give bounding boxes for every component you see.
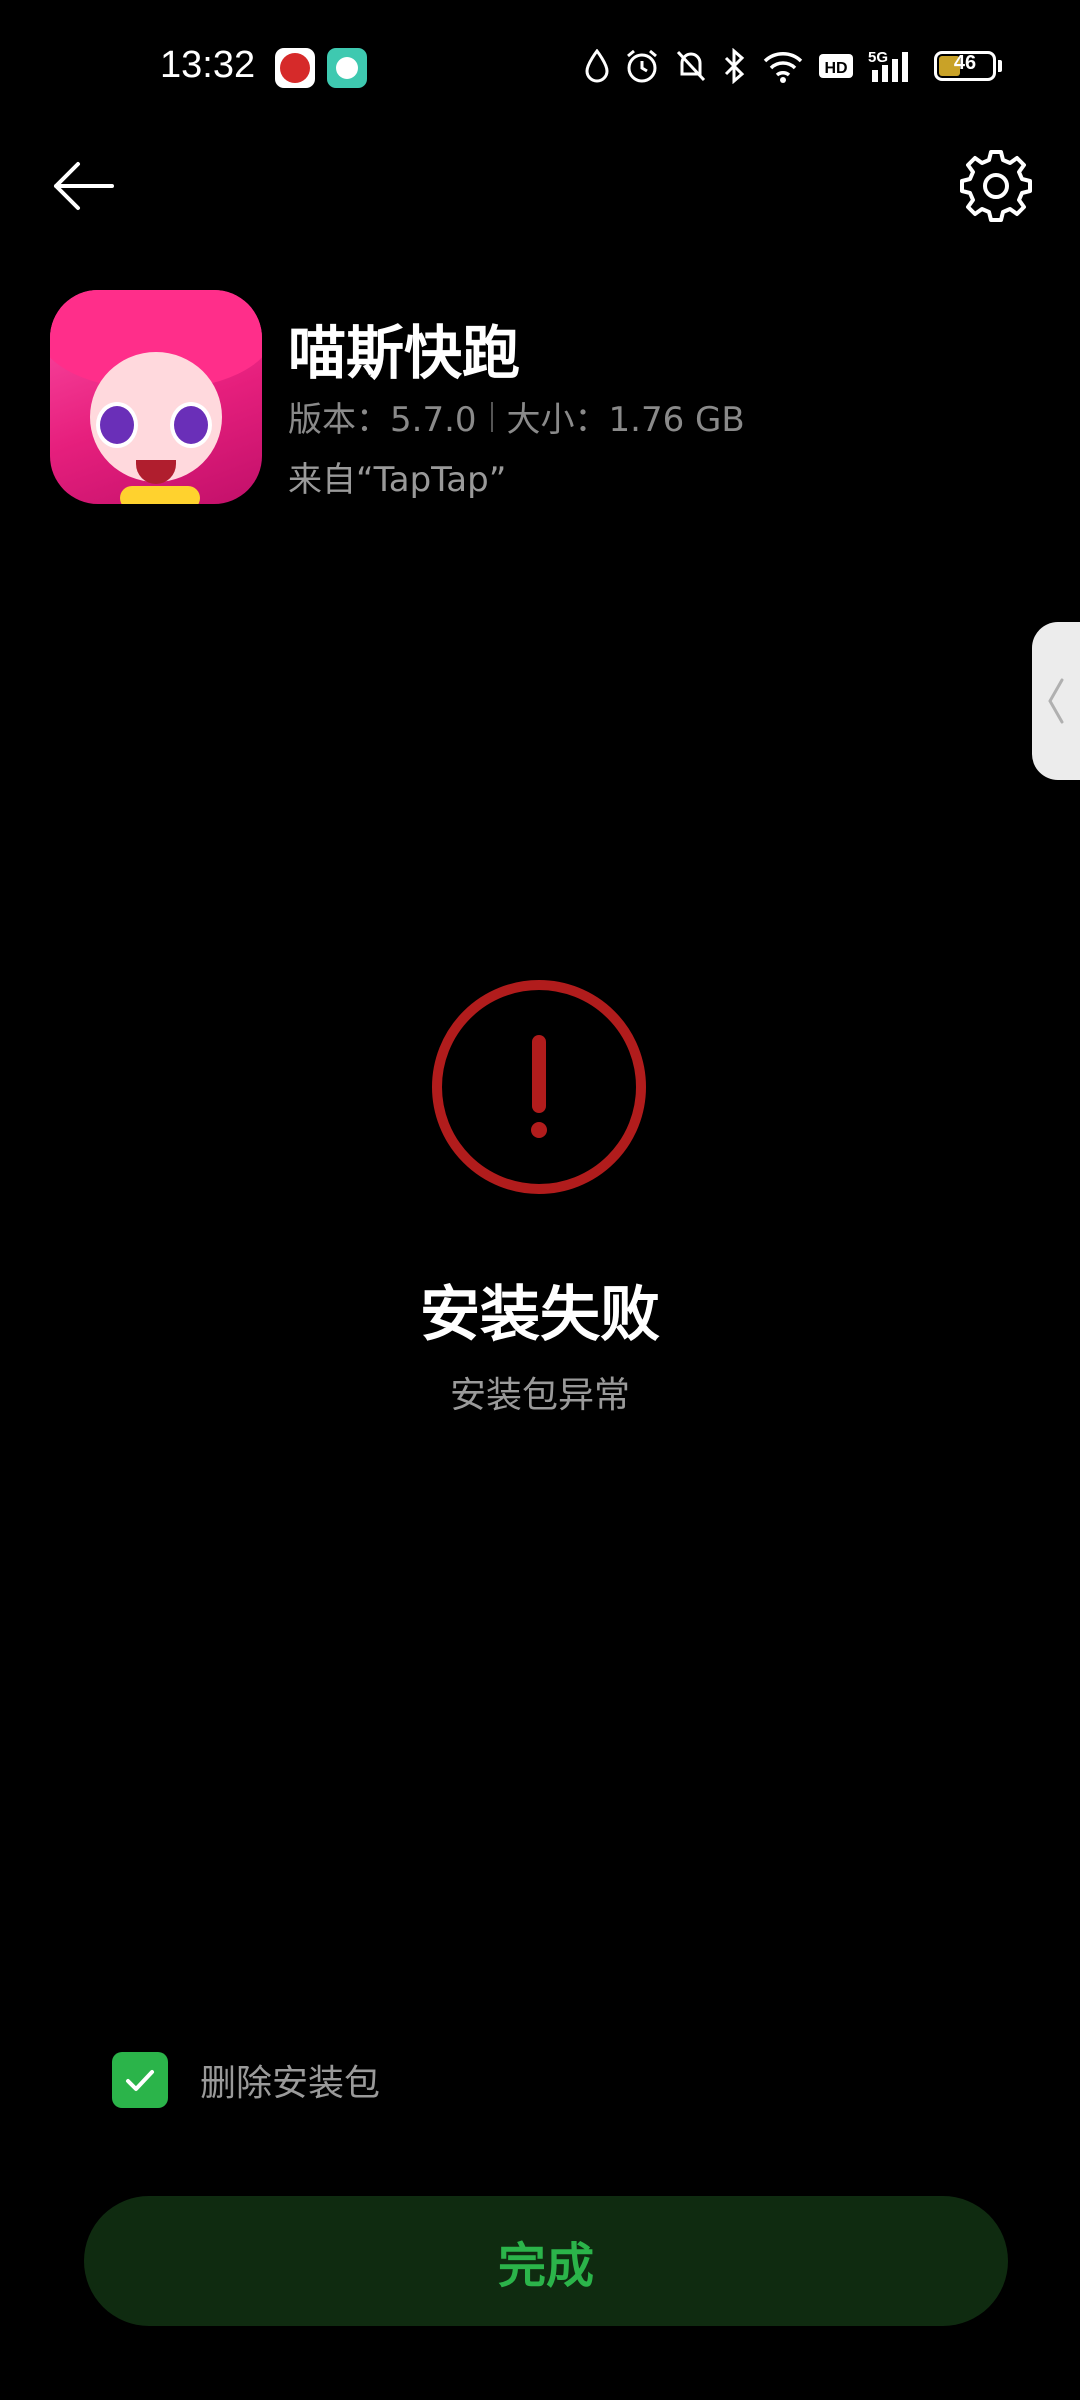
status-subtitle: 安装包异常 [449, 1375, 630, 1416]
gear-icon [960, 150, 1032, 222]
mute-bell-icon [676, 50, 706, 82]
app-notification-icon [275, 48, 315, 88]
battery-tip [998, 60, 1002, 72]
status-time: 13:32 [160, 44, 256, 86]
install-result-screen: 13:32 HD 5G 46 喵斯快跑 版本：5.7.0 大小：1.76 GB … [0, 0, 1080, 2400]
done-button[interactable]: 完成 [84, 2196, 1008, 2326]
app-name: 喵斯快跑 [288, 319, 521, 387]
app-size: 大小：1.76 GB [506, 400, 745, 440]
app-source: 来自“TapTap” [288, 460, 507, 500]
chat-notification-icon [327, 48, 367, 88]
app-icon [50, 290, 262, 504]
meta-divider [490, 401, 493, 432]
svg-text:HD: HD [824, 60, 847, 77]
checkmark-icon [126, 2070, 154, 2091]
hd-icon: HD [819, 54, 853, 78]
wifi-icon [763, 52, 803, 83]
svg-text:5G: 5G [868, 49, 888, 66]
cellular-5g-icon: 5G [868, 49, 908, 82]
bluetooth-icon [724, 48, 745, 84]
delete-package-row[interactable]: 删除安装包 [112, 2052, 380, 2108]
error-exclamation-icon [432, 980, 646, 1194]
status-title: 安装失败 [420, 1280, 660, 1350]
status-bar: 13:32 HD 5G 46 [0, 0, 1080, 140]
system-icons: HD 5G 46 [584, 44, 1002, 88]
edge-panel-handle[interactable] [1032, 622, 1080, 780]
alarm-icon [627, 49, 657, 83]
back-button[interactable] [48, 150, 120, 222]
arrow-left-icon [54, 162, 114, 210]
battery-level: 46 [953, 52, 977, 74]
delete-package-label: 删除安装包 [200, 2063, 381, 2104]
app-version: 版本：5.7.0 [288, 400, 477, 440]
delete-package-checkbox[interactable] [112, 2052, 168, 2108]
chevron-left-icon [1048, 678, 1064, 724]
settings-button[interactable] [960, 150, 1032, 222]
water-drop-icon [585, 49, 609, 83]
app-meta: 版本：5.7.0 大小：1.76 GB [288, 392, 745, 441]
battery-icon: 46 [934, 51, 996, 81]
